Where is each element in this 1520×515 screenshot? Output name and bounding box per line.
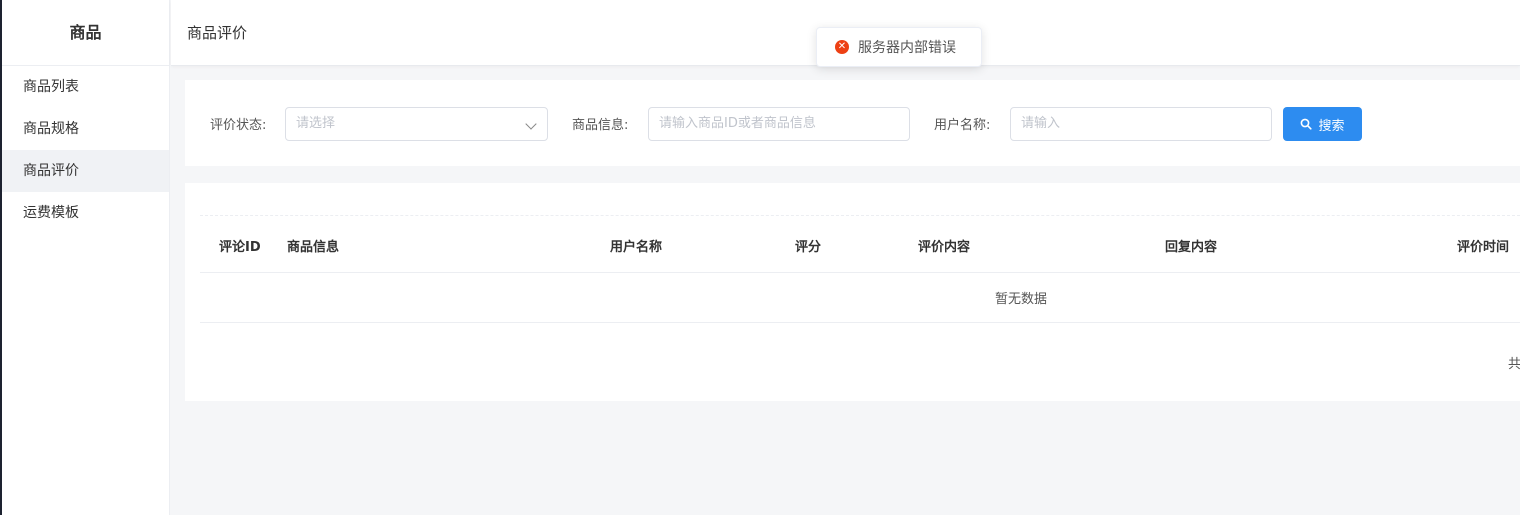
error-toast: ✕ 服务器内部错误 [816, 27, 982, 67]
table-empty-row: 暂无数据 [200, 273, 1520, 323]
table-header: 评论ID 商品信息 用户名称 评分 评价内容 回复内容 评价时间 [200, 216, 1520, 273]
username-input[interactable] [1021, 108, 1246, 139]
sidebar-item-product-review[interactable]: 商品评价 [2, 150, 169, 192]
column-header-review-time: 评价时间 [1457, 240, 1510, 255]
column-header-review-id: 评论ID [219, 240, 261, 255]
column-header-review-content: 评价内容 [918, 240, 971, 255]
column-header-reply-content: 回复内容 [1165, 240, 1218, 255]
search-button-label: 搜索 [1318, 118, 1345, 134]
chevron-down-icon [525, 118, 537, 130]
column-header-rating: 评分 [795, 240, 822, 255]
empty-state-text: 暂无数据 [995, 292, 1048, 307]
product-info-input[interactable] [659, 108, 884, 139]
pagination-total: 共 [1508, 357, 1520, 372]
status-filter-label: 评价状态: [210, 118, 267, 133]
search-button[interactable]: 搜索 [1283, 107, 1362, 141]
sidebar-item-product-list[interactable]: 商品列表 [2, 66, 169, 108]
column-header-username: 用户名称 [610, 240, 663, 255]
toast-message: 服务器内部错误 [858, 40, 956, 56]
review-table-panel: 评论ID 商品信息 用户名称 评分 评价内容 回复内容 评价时间 暂无数据 共 [185, 183, 1520, 401]
status-select[interactable]: 请选择 [285, 107, 548, 141]
product-filter-label: 商品信息: [572, 118, 629, 133]
user-filter-label: 用户名称: [934, 118, 991, 133]
sidebar-item-shipping-template[interactable]: 运费模板 [2, 192, 169, 234]
username-field[interactable] [1010, 107, 1272, 141]
sidebar: 商品 商品列表 商品规格 商品评价 运费模板 [2, 0, 170, 515]
status-select-placeholder: 请选择 [296, 116, 336, 131]
page-title: 商品评价 [187, 24, 248, 42]
product-info-field[interactable] [648, 107, 910, 141]
search-icon [1301, 118, 1313, 130]
column-header-product-info: 商品信息 [287, 240, 340, 255]
sidebar-title: 商品 [2, 0, 169, 66]
sidebar-item-product-spec[interactable]: 商品规格 [2, 108, 169, 150]
error-circle-icon: ✕ [835, 40, 849, 54]
filter-panel: 评价状态: 请选择 商品信息: 用户名称: 搜索 [185, 80, 1520, 166]
